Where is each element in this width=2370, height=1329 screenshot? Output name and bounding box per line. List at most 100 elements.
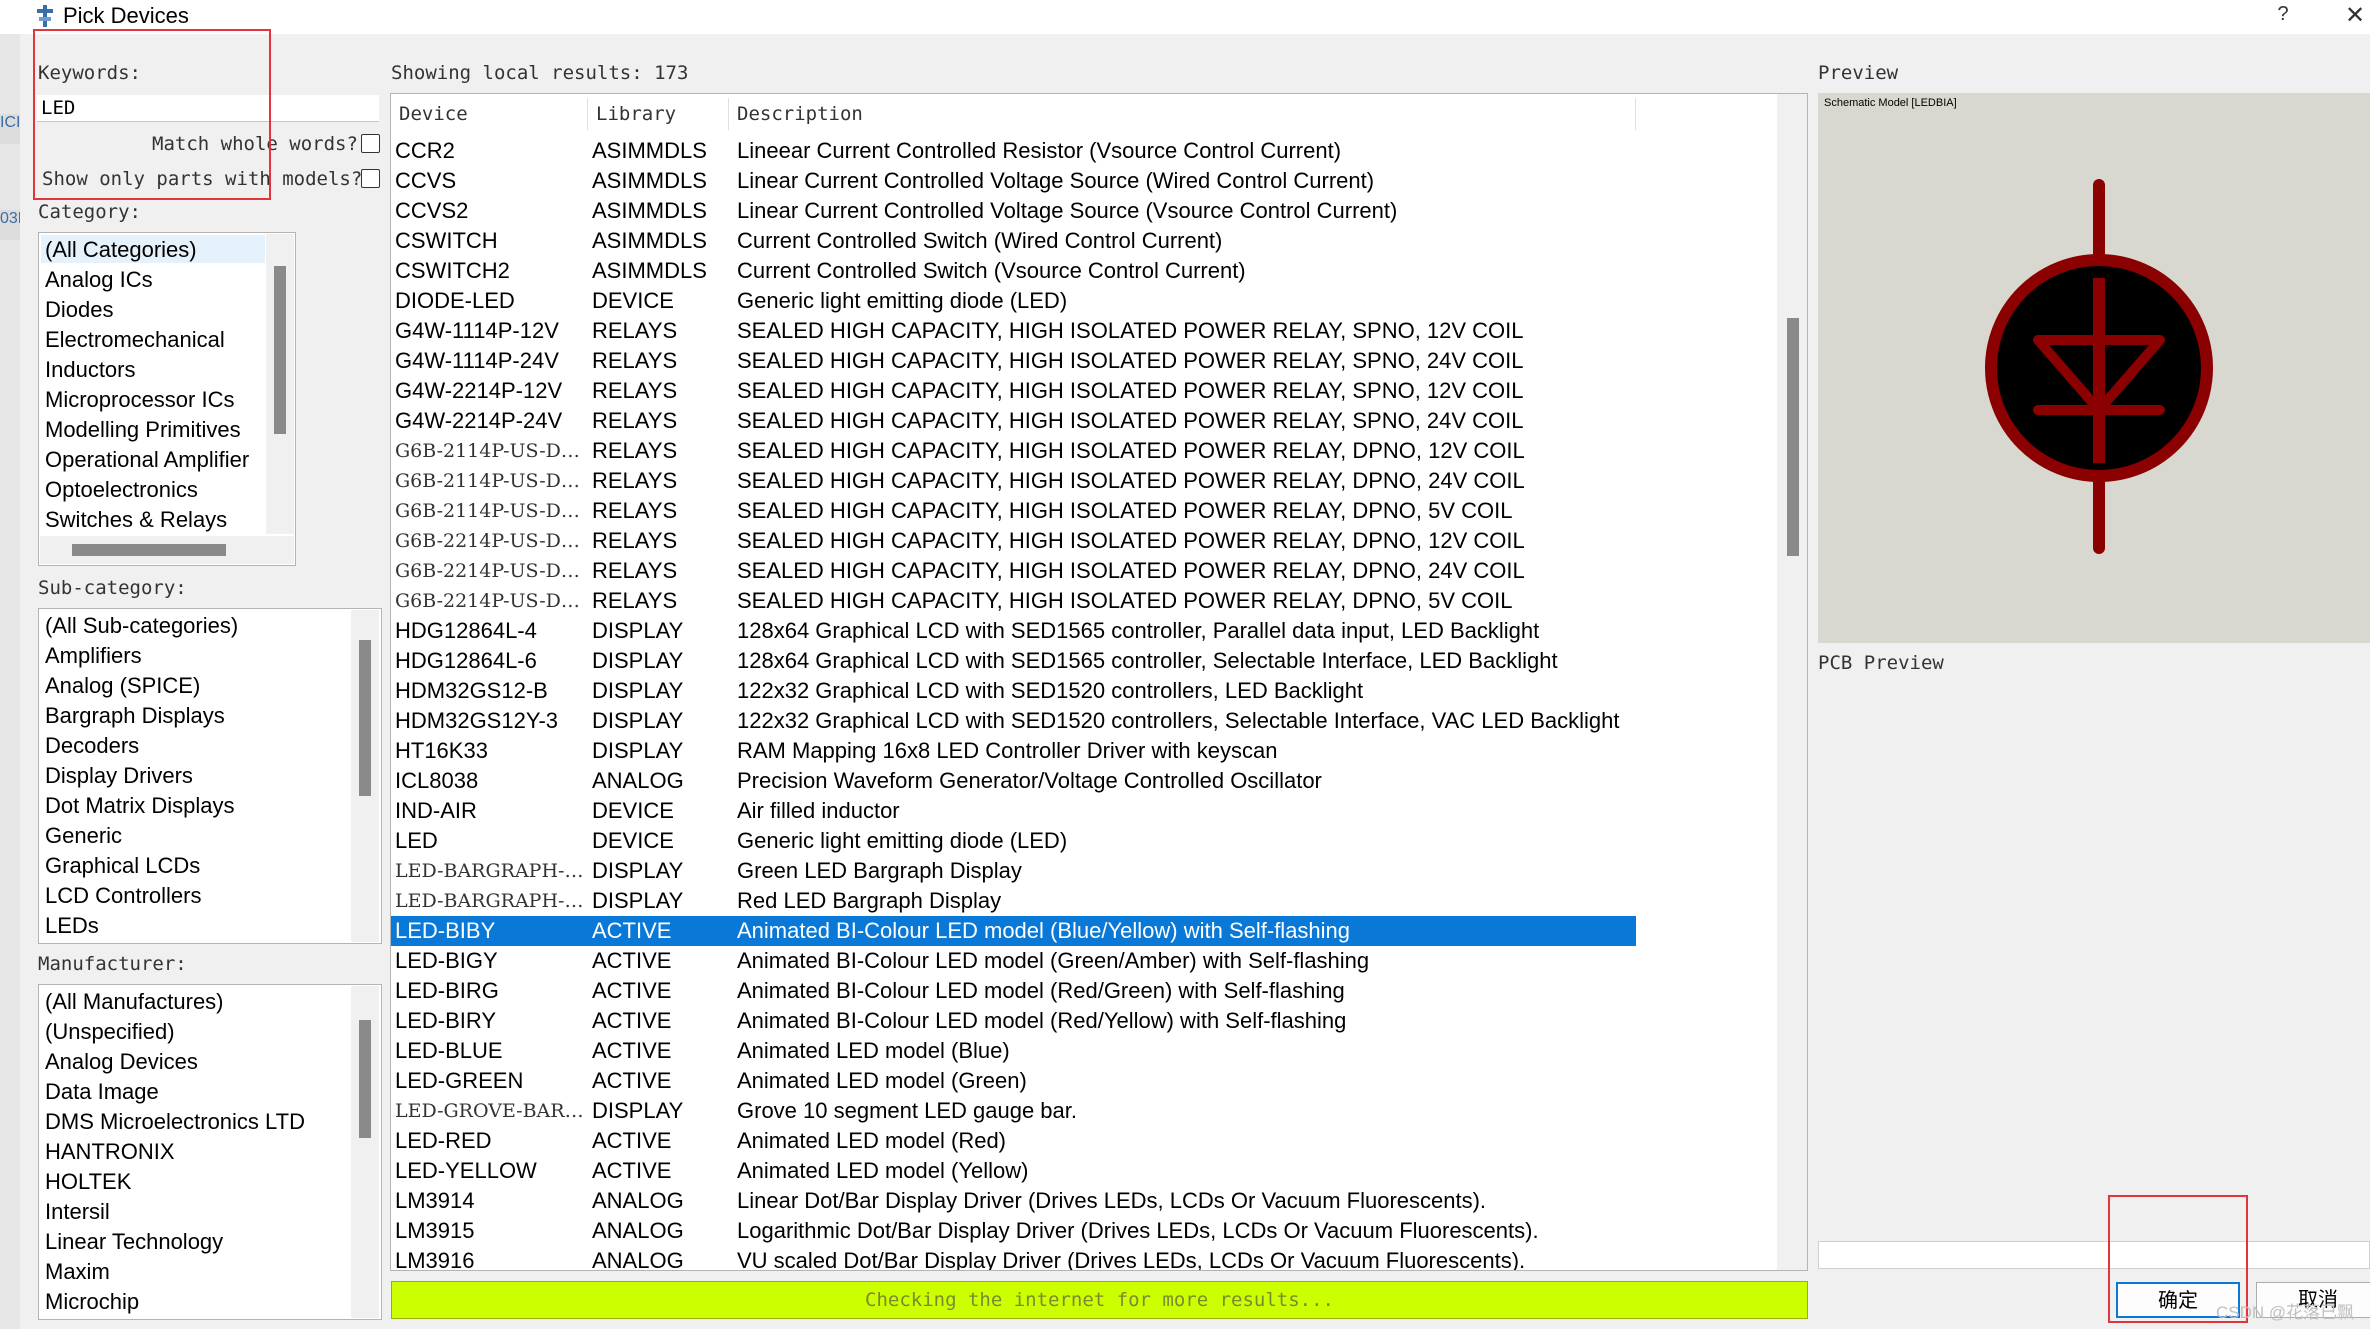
subcategory-item[interactable]: Decoders (45, 731, 139, 761)
manufacturer-item[interactable]: HANTRONIX (45, 1137, 175, 1167)
manufacturer-vertical-scrollbar[interactable] (351, 986, 379, 1318)
table-row[interactable]: LM3916 ANALOG VU scaled Dot/Bar Display Dr… (391, 1246, 1636, 1270)
table-row[interactable]: CCR2 ASIMMDLS Lineear Current Controlled R… (391, 136, 1636, 166)
subcategory-item[interactable]: (All Sub-categories) (45, 611, 238, 641)
subcategory-item[interactable]: Bargraph Displays (45, 701, 225, 731)
table-row[interactable]: G6B-2214P-US-D… RELAYS SEALED HIGH CAPACIT… (391, 556, 1636, 586)
results-table[interactable]: Device Library Description CCR2 ASIMMDLS L… (390, 93, 1808, 1271)
table-row[interactable]: CSWITCH ASIMMDLS Current Controlled Switch… (391, 226, 1636, 256)
subcategory-item[interactable]: LEDs (45, 911, 99, 941)
subcategory-item[interactable]: Analog (SPICE) (45, 671, 200, 701)
category-item[interactable]: Diodes (45, 295, 113, 325)
help-button[interactable]: ? (2268, 3, 2298, 31)
table-row[interactable]: DIODE-LED DEVICE Generic light emitting di… (391, 286, 1636, 316)
category-item[interactable]: Inductors (45, 355, 136, 385)
manufacturer-list[interactable]: (All Manufactures) (Unspecified) Analog … (38, 984, 382, 1320)
table-row[interactable]: CCVS ASIMMDLS Linear Current Controlled Vo… (391, 166, 1636, 196)
category-item[interactable]: Microprocessor ICs (45, 385, 234, 415)
device-cell: LED-RED (395, 1128, 492, 1153)
table-row[interactable]: LM3915 ANALOG Logarithmic Dot/Bar Display … (391, 1216, 1636, 1246)
table-row[interactable]: LED-BARGRAPH-… DISPLAY Green LED Bargraph … (391, 856, 1636, 886)
category-horizontal-scrollbar[interactable] (40, 536, 294, 564)
close-button[interactable]: ✕ (2340, 0, 2370, 32)
subcategory-item[interactable]: Amplifiers (45, 641, 142, 671)
table-row[interactable]: G4W-1114P-24V RELAYS SEALED HIGH CAPACITY,… (391, 346, 1636, 376)
table-row[interactable]: ICL8038 ANALOG Precision Waveform Generato… (391, 766, 1636, 796)
table-row[interactable]: HDM32GS12Y-3 DISPLAY 122x32 Graphical LCD … (391, 706, 1636, 736)
table-row[interactable]: G6B-2214P-US-D… RELAYS SEALED HIGH CAPACIT… (391, 586, 1636, 616)
category-item[interactable]: Switches & Relays (45, 505, 227, 535)
subcategory-item[interactable]: Dot Matrix Displays (45, 791, 234, 821)
library-cell: ANALOG (592, 768, 684, 793)
category-item[interactable]: Modelling Primitives (45, 415, 241, 445)
match-whole-words-checkbox[interactable] (361, 134, 380, 153)
library-cell: RELAYS (592, 318, 678, 343)
table-row[interactable]: LED DEVICE Generic light emitting diode (L… (391, 826, 1636, 856)
category-item[interactable]: Operational Amplifier (45, 445, 249, 475)
show-only-models-checkbox[interactable] (361, 169, 380, 188)
table-row-selected[interactable]: LED-BIBY ACTIVE Animated BI-Colour LED mod… (391, 916, 1636, 946)
description-cell: Animated BI-Colour LED model (Green/Ambe… (737, 948, 1370, 973)
table-row[interactable]: G4W-1114P-12V RELAYS SEALED HIGH CAPACITY,… (391, 316, 1636, 346)
manufacturer-item[interactable]: Analog Devices (45, 1047, 198, 1077)
table-row[interactable]: G6B-2214P-US-D… RELAYS SEALED HIGH CAPACIT… (391, 526, 1636, 556)
subcategory-vertical-scrollbar[interactable] (351, 610, 379, 942)
manufacturer-item[interactable]: Maxim (45, 1257, 110, 1287)
table-row[interactable]: G6B-2114P-US-D… RELAYS SEALED HIGH CAPACIT… (391, 436, 1636, 466)
description-cell: SEALED HIGH CAPACITY, HIGH ISOLATED POWE… (737, 348, 1524, 373)
table-row[interactable]: LED-BLUE ACTIVE Animated LED model (Blue) (391, 1036, 1636, 1066)
table-row[interactable]: LED-BARGRAPH-… DISPLAY Red LED Bargraph Di… (391, 886, 1636, 916)
scrollbar-thumb[interactable] (274, 266, 286, 434)
table-row[interactable]: LED-BIGY ACTIVE Animated BI-Colour LED mod… (391, 946, 1636, 976)
column-header-device[interactable]: Device (391, 94, 587, 134)
manufacturer-item[interactable]: Intersil (45, 1197, 110, 1227)
table-row[interactable]: LED-RED ACTIVE Animated LED model (Red) (391, 1126, 1636, 1156)
scrollbar-thumb[interactable] (72, 544, 226, 556)
table-row[interactable]: HT16K33 DISPLAY RAM Mapping 16x8 LED Contr… (391, 736, 1636, 766)
device-cell: HDM32GS12-B (395, 678, 548, 703)
table-row[interactable]: HDG12864L-4 DISPLAY 128x64 Graphical LCD w… (391, 616, 1636, 646)
table-row[interactable]: G6B-2114P-US-D… RELAYS SEALED HIGH CAPACIT… (391, 496, 1636, 526)
table-row[interactable]: G4W-2214P-12V RELAYS SEALED HIGH CAPACITY,… (391, 376, 1636, 406)
manufacturer-item[interactable]: Data Image (45, 1077, 159, 1107)
table-row[interactable]: HDG12864L-6 DISPLAY 128x64 Graphical LCD w… (391, 646, 1636, 676)
table-row[interactable]: G6B-2114P-US-D… RELAYS SEALED HIGH CAPACIT… (391, 466, 1636, 496)
manufacturer-item[interactable]: HOLTEK (45, 1167, 131, 1197)
table-row[interactable]: HDM32GS12-B DISPLAY 122x32 Graphical LCD w… (391, 676, 1636, 706)
results-vertical-scrollbar[interactable] (1777, 94, 1807, 1270)
manufacturer-item[interactable]: Linear Technology (45, 1227, 223, 1257)
table-row[interactable]: LED-GREEN ACTIVE Animated LED model (Green… (391, 1066, 1636, 1096)
table-row[interactable]: LED-BIRY ACTIVE Animated BI-Colour LED mod… (391, 1006, 1636, 1036)
library-cell: ACTIVE (592, 978, 672, 1003)
manufacturer-item[interactable]: Microchip (45, 1287, 139, 1317)
category-item[interactable]: (All Categories) (45, 235, 197, 265)
manufacturer-item[interactable]: (All Manufactures) (45, 987, 224, 1017)
category-item[interactable]: Optoelectronics (45, 475, 198, 505)
subcategory-item[interactable]: LCD Controllers (45, 881, 202, 911)
device-cell: G4W-2214P-12V (395, 378, 563, 403)
column-header-library[interactable]: Library (588, 94, 728, 134)
table-row[interactable]: CCVS2 ASIMMDLS Linear Current Controlled V… (391, 196, 1636, 226)
table-row[interactable]: LED-YELLOW ACTIVE Animated LED model (Yell… (391, 1156, 1636, 1186)
column-header-description[interactable]: Description (729, 94, 1629, 134)
table-row[interactable]: G4W-2214P-24V RELAYS SEALED HIGH CAPACITY,… (391, 406, 1636, 436)
table-row[interactable]: LM3914 ANALOG Linear Dot/Bar Display Drive… (391, 1186, 1636, 1216)
table-row[interactable]: LED-BIRG ACTIVE Animated BI-Colour LED mod… (391, 976, 1636, 1006)
manufacturer-item[interactable]: (Unspecified) (45, 1017, 175, 1047)
scrollbar-thumb[interactable] (1787, 318, 1799, 556)
scrollbar-thumb[interactable] (359, 1020, 371, 1138)
category-vertical-scrollbar[interactable] (266, 234, 294, 534)
table-row[interactable]: LED-GROVE-BAR… DISPLAY Grove 10 segment LE… (391, 1096, 1636, 1126)
scrollbar-thumb[interactable] (359, 640, 371, 796)
table-row[interactable]: CSWITCH2 ASIMMDLS Current Controlled Switc… (391, 256, 1636, 286)
table-row[interactable]: IND-AIR DEVICE Air filled inductor (391, 796, 1636, 826)
device-cell: HDG12864L-4 (395, 618, 537, 643)
category-item[interactable]: Analog ICs (45, 265, 153, 295)
category-item[interactable]: Electromechanical (45, 325, 225, 355)
subcategory-item[interactable]: Generic (45, 821, 122, 851)
subcategory-list[interactable]: (All Sub-categories) Amplifiers Analog (… (38, 608, 382, 944)
subcategory-item[interactable]: Display Drivers (45, 761, 193, 791)
category-list[interactable]: (All Categories) Analog ICs Diodes Elect… (38, 232, 296, 566)
manufacturer-item[interactable]: DMS Microelectronics LTD (45, 1107, 305, 1137)
subcategory-item[interactable]: Graphical LCDs (45, 851, 200, 881)
